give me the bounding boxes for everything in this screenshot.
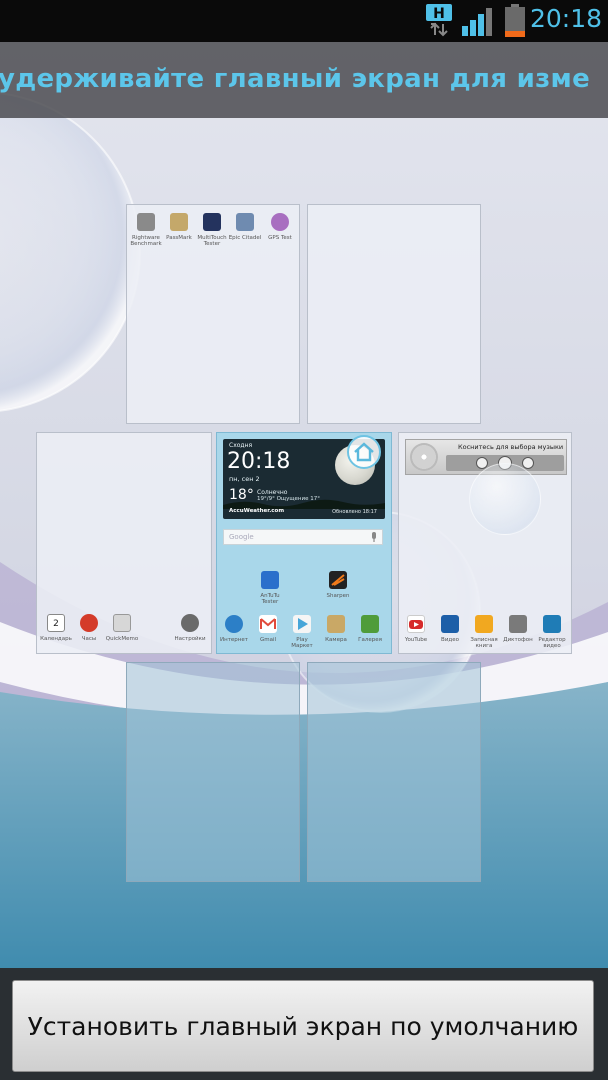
gps-icon [271,213,289,231]
app-label: Rightware Benchmark [130,235,162,247]
gallery-icon [361,615,379,633]
decorative-bubble [469,463,541,535]
sharpen-icon [329,571,347,589]
hint-banner: те и удерживайте главный экран для изме [0,42,608,118]
app-label: Галерея [358,637,382,643]
home-screen-thumb-5[interactable]: Коснитесь для выбора музыки YouTube Виде… [398,432,572,654]
weather-condition: Солнечно [257,489,288,496]
citadel-icon [236,213,254,231]
home-icon [354,442,374,462]
home-screen-thumb-6[interactable] [126,662,300,882]
app-label: Календарь [40,636,72,642]
notebook-icon [475,615,493,633]
app-label: Часы [81,636,97,642]
video-editor-icon [543,615,561,633]
app-label: Настройки [174,636,206,642]
video-icon [441,615,459,633]
app-label: Редактор видео [538,637,566,649]
google-search-bar[interactable]: Google [223,529,383,545]
music-widget-title: Коснитесь для выбора музыки [458,443,564,451]
set-home-button[interactable] [347,435,381,469]
weather-brand: AccuWeather.com [229,508,285,514]
set-default-home-button[interactable]: Установить главный экран по умолчанию [12,980,594,1072]
app-label: Sharpen [326,593,350,599]
app-label: QuickMemo [105,636,139,642]
multitouch-icon [203,213,221,231]
app-label: Epic Citadel [228,235,262,241]
network-type-label: H [433,6,445,22]
app-label: MultiTouch Tester [197,235,227,247]
app-label: Play Маркет [291,637,313,649]
camera-icon [327,615,345,633]
weather-location: Сходня [229,442,253,449]
weather-time: 20:18 [227,449,291,474]
settings-icon [181,614,199,632]
signal-icon [462,8,492,36]
data-transfer-icon: H [426,4,452,37]
bottom-bar: Установить главный экран по умолчанию [0,968,608,1080]
recorder-icon [509,615,527,633]
quickmemo-icon [113,614,131,632]
clock-icon [80,614,98,632]
home-screen-thumb-2[interactable] [307,204,481,424]
home-screen-thumb-3[interactable]: 2 Календарь Часы QuickMemo Настройки [36,432,212,654]
calendar-icon: 2 [47,614,65,632]
next-track-icon[interactable] [522,457,534,469]
passmark-icon [170,213,188,231]
benchmark-icon [137,213,155,231]
app-label: AnTuTu Tester [260,593,280,605]
microphone-icon [372,532,376,542]
status-bar: H 20:18 [0,0,608,42]
app-label: GPS Test [268,235,292,241]
app-label: YouTube [404,637,428,643]
weather-date: пн, сен 2 [229,475,260,483]
home-screen-thumb-7[interactable] [307,662,481,882]
weather-temperature: 18° [229,487,254,503]
antutu-icon [261,571,279,589]
home-screen-thumb-current[interactable]: Сходня 20:18 пн, сен 2 18° Солнечно 19°/… [216,432,392,654]
app-label: Gmail [259,637,277,643]
hint-text: те и удерживайте главный экран для изме [0,64,590,94]
battery-icon [505,4,525,37]
cd-icon [410,443,438,471]
google-search-label: Google [229,533,254,541]
app-label: Диктофон [503,637,533,643]
app-label: PassMark [166,235,192,241]
app-label: Записная книга [470,637,498,649]
gmail-icon [259,615,277,633]
app-label: Камера [325,637,347,643]
app-label: Интернет [220,637,248,643]
status-clock: 20:18 [529,4,602,33]
youtube-icon [407,615,425,633]
home-screen-thumb-1[interactable]: Rightware Benchmark PassMark MultiTouch … [126,204,300,424]
browser-icon [225,615,243,633]
weather-updated: Обновлено 18:17 [332,509,377,515]
app-label: Видео [441,637,459,643]
weather-range: 19°/9° Ощущение 17° [257,496,320,502]
play-store-icon [293,615,311,633]
